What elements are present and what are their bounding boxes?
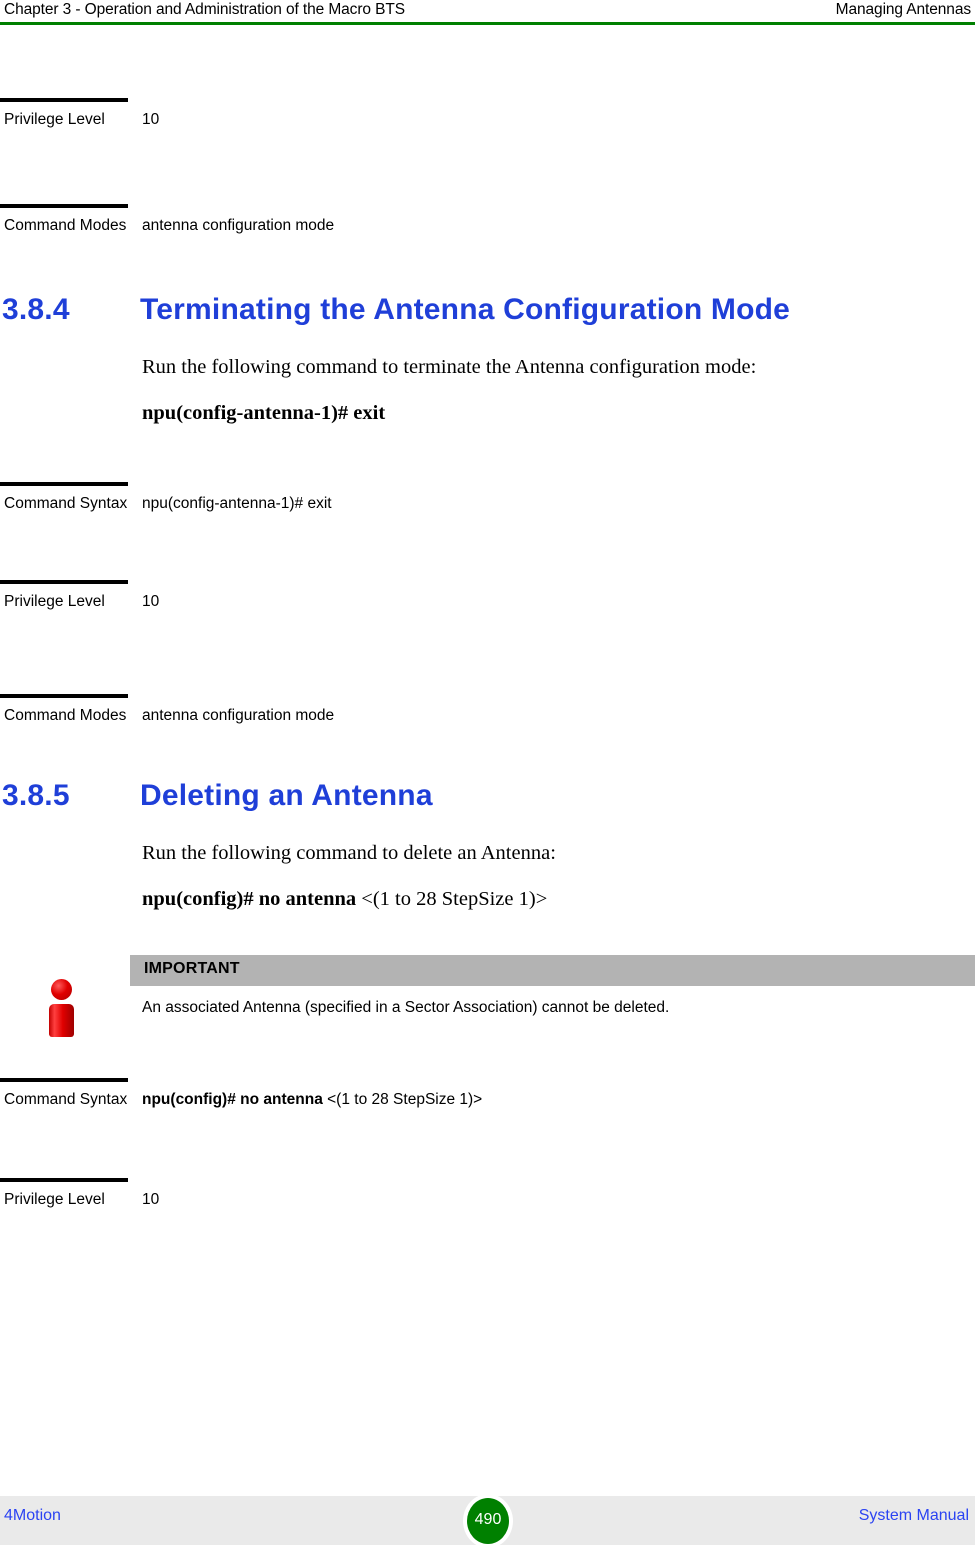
row-rule [0,580,128,584]
row-value: 10 [142,111,160,128]
footer-product-name[interactable]: 4Motion [4,1507,61,1525]
section-title: Terminating the Antenna Configuration Mo… [140,293,791,326]
command-parameter: <(1 to 28 StepSize 1)> [356,888,548,910]
header-divider [0,22,975,25]
row-label: Privilege Level [4,593,105,610]
important-label: IMPORTANT [144,960,240,977]
table-row: Privilege Level 10 [0,98,975,198]
row-label: Command Modes [4,707,127,724]
row-value-bold: npu(config)# no antenna [142,1091,323,1108]
important-callout: IMPORTANT An associated Antenna (specifi… [0,955,975,1040]
header-chapter-title: Chapter 3 - Operation and Administration… [4,1,405,18]
row-value: npu(config)# no antenna <(1 to 28 StepSi… [142,1087,965,1112]
table-row: Command Modes antenna configuration mode [0,204,975,284]
info-icon-dot [51,979,72,1000]
row-rule [0,1078,128,1082]
command-text: npu(config)# no antenna [142,888,357,910]
section-384-command: npu(config-antenna-1)# exit [142,400,955,426]
header-section-title: Managing Antennas [835,1,971,18]
section-385-command: npu(config)# no antenna <(1 to 28 StepSi… [142,886,955,912]
row-label: Command Syntax [4,495,128,512]
row-value: npu(config-antenna-1)# exit [142,495,332,512]
row-value: antenna configuration mode [142,217,335,234]
section-384-intro: Run the following command to terminate t… [142,356,757,378]
info-icon [45,979,79,1037]
command-text: npu(config-antenna-1)# exit [142,402,386,424]
row-rule [0,482,128,486]
section-heading-3-8-5: 3.8.5 Deleting an Antenna [0,779,975,819]
section-heading-3-8-4: 3.8.4 Terminating the Antenna Configurat… [0,293,975,333]
page-number: 490 [474,1511,502,1528]
section-385-intro: Run the following command to delete an A… [142,842,556,864]
section-number: 3.8.4 [2,293,70,326]
important-body-text: An associated Antenna (specified in a Se… [142,999,670,1016]
table-row: Command Syntax npu(config-antenna-1)# ex… [0,482,975,572]
row-label: Privilege Level [4,111,105,128]
table-row: Privilege Level 10 [0,1178,975,1268]
page-number-badge: 490 [467,1498,509,1544]
row-rule [0,98,128,102]
table-row: Privilege Level 10 [0,580,975,680]
table-row: Command Syntax npu(config)# no antenna <… [0,1078,975,1168]
row-value: 10 [142,593,160,610]
footer-manual-name[interactable]: System Manual [859,1507,969,1525]
info-icon-stem [49,1004,74,1037]
important-banner: IMPORTANT [130,955,975,986]
row-value: 10 [142,1191,160,1208]
section-title: Deleting an Antenna [140,779,433,812]
row-rule [0,1178,128,1182]
row-value: antenna configuration mode [142,707,335,724]
page-running-header: Chapter 3 - Operation and Administration… [0,0,975,24]
row-rule [0,694,128,698]
table-row: Command Modes antenna configuration mode [0,694,975,774]
row-label: Command Modes [4,217,127,234]
section-number: 3.8.5 [2,779,70,812]
row-rule [0,204,128,208]
row-label: Command Syntax [4,1091,128,1108]
row-value-rest: <(1 to 28 StepSize 1)> [322,1091,483,1108]
row-label: Privilege Level [4,1191,105,1208]
